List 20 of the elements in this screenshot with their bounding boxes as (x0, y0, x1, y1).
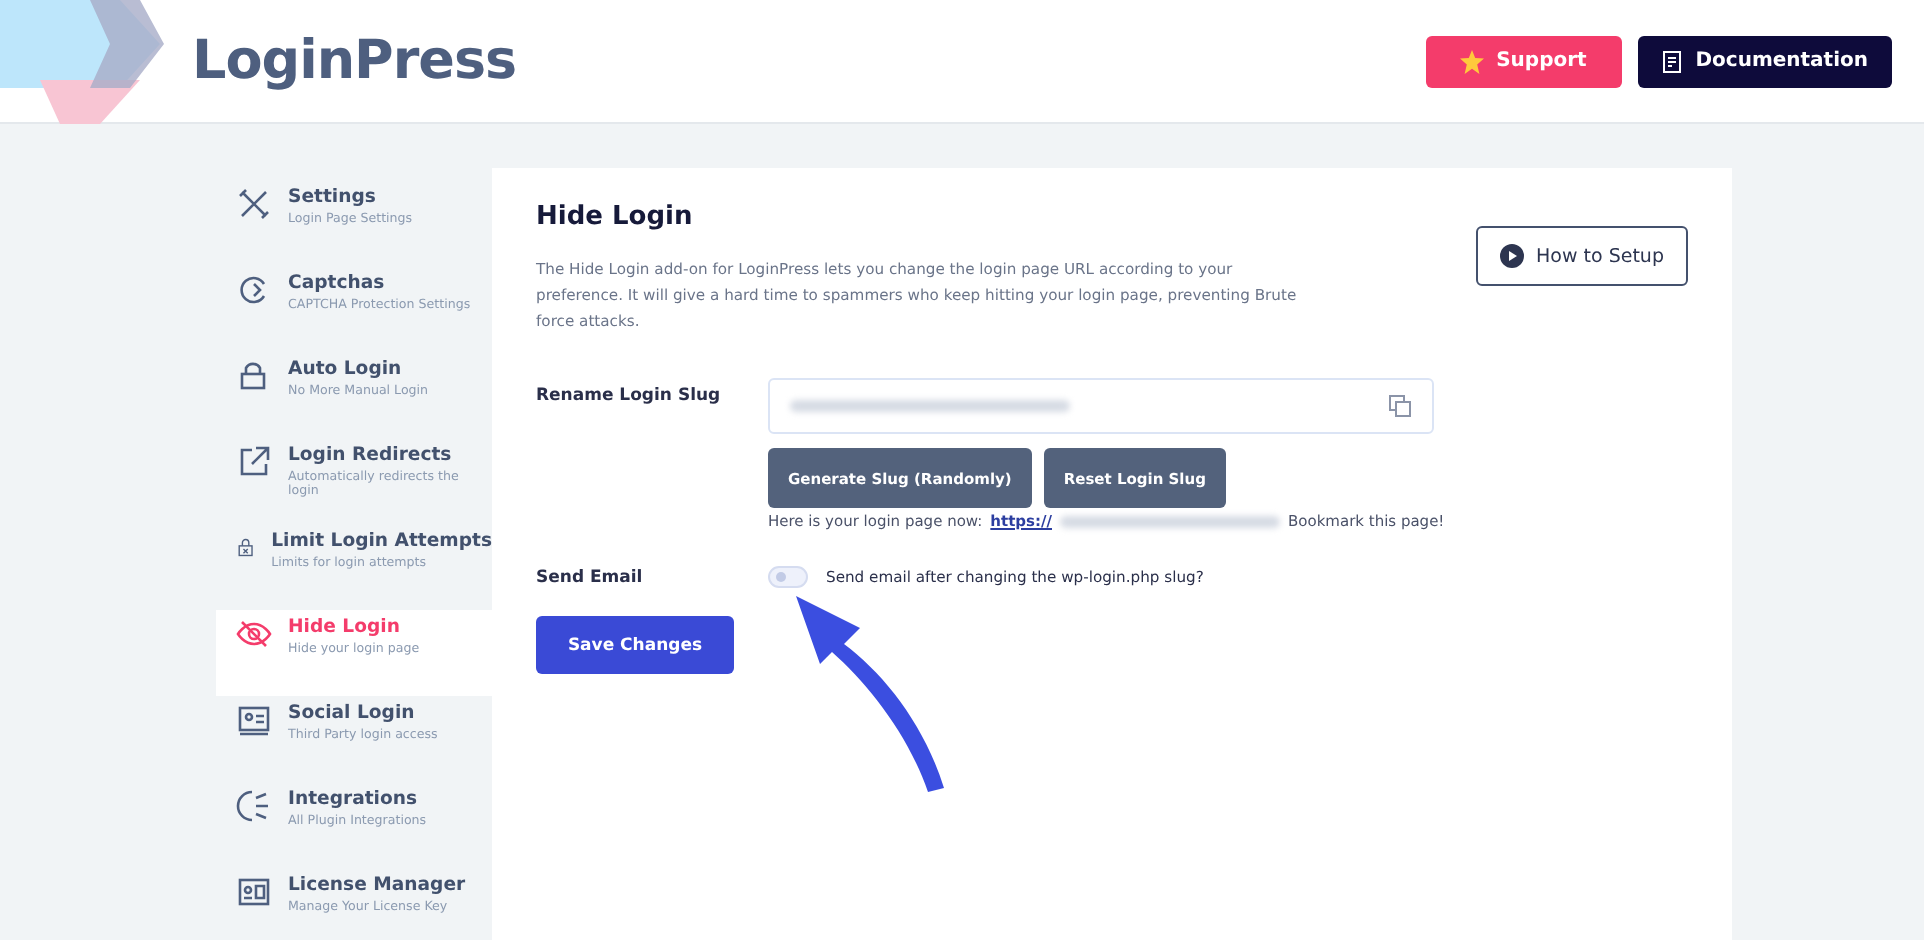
network-icon (236, 788, 272, 824)
slug-input-field[interactable] (768, 378, 1434, 434)
hidden-eye-icon (236, 616, 272, 652)
play-icon (1500, 244, 1525, 268)
support-button[interactable]: Support (1425, 35, 1622, 87)
email-toggle[interactable] (768, 566, 808, 588)
document-icon (1661, 49, 1684, 73)
external-link-icon (236, 444, 272, 480)
id-card-icon (236, 702, 272, 738)
field-label: Send Email (536, 567, 645, 587)
field-label: Rename Login Slug (536, 384, 723, 410)
how-to-setup-button[interactable]: How to Setup (1476, 226, 1688, 286)
section-title: Hide Login (536, 202, 695, 232)
copy-icon[interactable] (1388, 394, 1412, 418)
documentation-button[interactable]: Documentation (1637, 35, 1892, 87)
license-card-icon (236, 874, 272, 910)
logo-text: LoginPress (192, 30, 517, 92)
save-changes-button[interactable]: Save Changes (536, 616, 734, 674)
star-icon (1460, 49, 1485, 73)
tools-icon (236, 186, 272, 222)
